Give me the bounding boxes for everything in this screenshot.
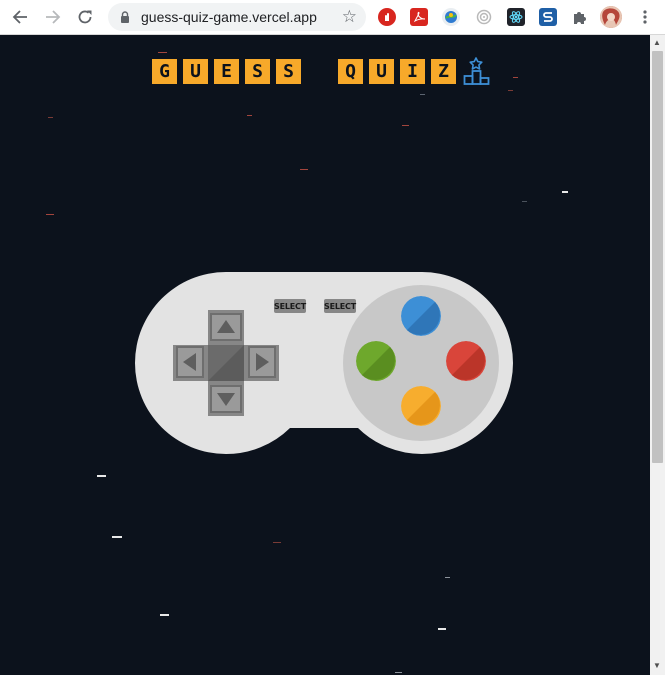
select-button-left[interactable]: SELECT	[274, 299, 306, 313]
title-letter: Q	[338, 58, 363, 84]
dpad-up-button[interactable]	[210, 313, 242, 341]
extension-target-icon[interactable]	[475, 8, 493, 26]
select-button-right[interactable]: SELECT	[324, 299, 356, 313]
star-streak	[445, 577, 450, 578]
title-letter: U	[183, 58, 208, 84]
react-devtools-icon[interactable]	[507, 8, 525, 26]
lock-icon	[121, 11, 129, 23]
title-letter: Z	[431, 58, 456, 84]
star-streak	[158, 52, 167, 53]
star-streak	[46, 214, 54, 215]
face-button-top[interactable]	[401, 296, 441, 336]
scrollbar-thumb[interactable]	[652, 51, 663, 463]
star-streak	[522, 201, 527, 202]
back-button[interactable]	[9, 6, 31, 28]
url-text: guess-quiz-game.vercel.app	[141, 9, 317, 25]
extension-s-icon[interactable]	[539, 8, 557, 26]
reload-icon	[78, 10, 92, 24]
dpad-left-button[interactable]	[176, 346, 204, 378]
star-streak	[402, 125, 409, 126]
title-letter: S	[276, 58, 301, 84]
face-button-bottom[interactable]	[401, 386, 441, 426]
dpad-right-button[interactable]	[248, 346, 276, 378]
title-letter: U	[369, 58, 394, 84]
star-streak	[300, 169, 308, 170]
reload-button[interactable]	[74, 6, 96, 28]
star-streak	[48, 117, 53, 118]
face-button-right[interactable]	[446, 341, 486, 381]
star-streak	[420, 94, 425, 95]
extension-globe-icon[interactable]	[442, 8, 460, 26]
face-button-left[interactable]	[356, 341, 396, 381]
dpad-down-button[interactable]	[210, 385, 242, 413]
bookmark-star-icon[interactable]: ☆	[342, 7, 357, 27]
page-scrollbar[interactable]: ▲ ▼	[650, 35, 665, 675]
star-streak	[395, 672, 402, 673]
title-letter: G	[152, 58, 177, 84]
game-title: G U E S S Q U I Z	[152, 56, 492, 86]
forward-button[interactable]	[42, 6, 64, 28]
browser-menu-button[interactable]	[634, 6, 656, 28]
address-bar[interactable]: guess-quiz-game.vercel.app ☆	[108, 3, 366, 31]
title-letter: S	[245, 58, 270, 84]
scroll-up-icon[interactable]: ▲	[653, 38, 661, 47]
star-streak	[273, 542, 281, 543]
star-streak	[247, 115, 252, 116]
star-streak	[508, 90, 513, 91]
browser-toolbar: guess-quiz-game.vercel.app ☆	[0, 0, 665, 35]
pdf-icon[interactable]	[410, 8, 428, 26]
scroll-down-icon[interactable]: ▼	[653, 661, 661, 670]
puzzle-icon[interactable]	[571, 8, 589, 26]
arrow-left-icon	[12, 10, 27, 24]
podium-icon[interactable]	[462, 56, 492, 86]
star-streak	[112, 536, 122, 538]
avatar[interactable]	[600, 6, 622, 28]
kebab-menu-icon	[643, 10, 647, 24]
star-streak	[513, 77, 518, 78]
adblock-icon[interactable]	[378, 8, 396, 26]
star-streak	[97, 475, 106, 477]
title-letter: I	[400, 58, 425, 84]
game-controller: SELECT SELECT	[135, 272, 513, 456]
arrow-right-icon	[46, 10, 61, 24]
star-streak	[160, 614, 169, 616]
star-streak	[438, 628, 446, 630]
page-viewport: G U E S S Q U I Z SELECT SELECT	[0, 35, 650, 675]
star-streak	[562, 191, 568, 193]
title-letter: E	[214, 58, 239, 84]
